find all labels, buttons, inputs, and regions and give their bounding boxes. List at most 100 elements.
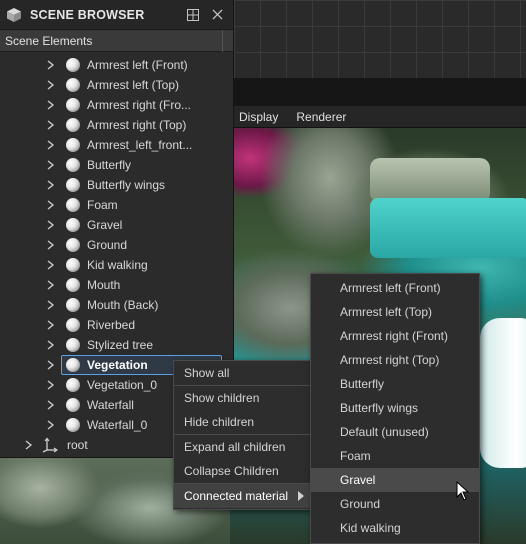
material-sphere-icon (66, 378, 80, 392)
menu-item-expand-all-children[interactable]: Expand all children (174, 435, 310, 459)
tree-row[interactable]: Armrest right (Fro... (0, 95, 232, 115)
material-sphere-icon (66, 418, 80, 432)
tree-row-label: Kid walking (87, 258, 148, 272)
chevron-right-icon[interactable] (46, 275, 56, 295)
tree-row-label: Gravel (87, 218, 123, 232)
material-sphere-icon (66, 118, 80, 132)
tree-row[interactable]: Foam (0, 195, 232, 215)
tree-row[interactable]: Armrest_left_front... (0, 135, 232, 155)
material-sphere-icon (66, 318, 80, 332)
material-sphere-icon (66, 158, 80, 172)
tree-row[interactable]: Butterfly (0, 155, 232, 175)
chevron-right-icon[interactable] (46, 135, 56, 155)
tree-row[interactable]: Butterfly wings (0, 175, 232, 195)
tree-row[interactable]: Armrest left (Front) (0, 55, 232, 75)
menu-item-connected-material-label: Connected material (184, 489, 289, 503)
submenu-item[interactable]: Armrest right (Top) (311, 348, 479, 372)
material-sphere-icon (66, 238, 80, 252)
tree-row[interactable]: Mouth (0, 275, 232, 295)
material-sphere-icon (66, 58, 80, 72)
chevron-right-icon[interactable] (46, 215, 56, 235)
tree-row[interactable]: Gravel (0, 215, 232, 235)
tree-row-label: Riverbed (87, 318, 136, 332)
menu-item-hide-children[interactable]: Hide children (174, 410, 310, 434)
submenu-item[interactable]: Armrest left (Front) (311, 276, 479, 300)
panel-titlebar: SCENE BROWSER (0, 0, 233, 30)
material-sphere-icon (66, 278, 80, 292)
tree-row-label: Armrest_left_front... (87, 138, 193, 152)
tree-row-label: Vegetation_0 (87, 378, 158, 392)
chevron-right-icon[interactable] (46, 355, 56, 375)
material-sphere-icon (66, 138, 80, 152)
tree-row-label: Armrest left (Top) (87, 78, 180, 92)
scene-foam (480, 318, 526, 468)
chevron-right-icon[interactable] (46, 235, 56, 255)
cube-icon (6, 7, 22, 23)
tree-row-label: Waterfall (87, 398, 134, 412)
column-header-label: Scene Elements (5, 33, 93, 48)
menu-item-collapse-children[interactable]: Collapse Children (174, 459, 310, 483)
chevron-right-icon[interactable] (46, 315, 56, 335)
tree-row[interactable]: Ground (0, 235, 232, 255)
tree-row[interactable]: Armrest right (Top) (0, 115, 232, 135)
viewport-menubar: Display Renderer (230, 106, 526, 128)
chevron-right-icon[interactable] (46, 55, 56, 75)
viewport-menu-display[interactable]: Display (230, 110, 287, 124)
material-sphere-icon (66, 398, 80, 412)
chevron-right-icon[interactable] (46, 255, 56, 275)
submenu-item[interactable]: Armrest right (Front) (311, 324, 479, 348)
tree-row[interactable]: Kid walking (0, 255, 232, 275)
chevron-right-icon[interactable] (46, 195, 56, 215)
connected-material-submenu: Armrest left (Front) Armrest left (Top) Ar… (310, 273, 480, 544)
chevron-right-icon[interactable] (46, 155, 56, 175)
material-sphere-icon (66, 218, 80, 232)
material-sphere-icon (66, 198, 80, 212)
chevron-right-icon[interactable] (46, 415, 56, 435)
chevron-right-icon[interactable] (46, 395, 56, 415)
submenu-item[interactable]: Butterfly (311, 372, 479, 396)
tree-row[interactable]: Mouth (Back) (0, 295, 232, 315)
submenu-item[interactable]: Butterfly wings (311, 396, 479, 420)
chevron-right-icon[interactable] (46, 335, 56, 355)
tree-row-label: Foam (87, 198, 118, 212)
chevron-right-icon[interactable] (46, 375, 56, 395)
submenu-item[interactable]: Foam (311, 444, 479, 468)
tree-row-label: Vegetation (87, 358, 148, 372)
column-header[interactable]: Scene Elements (0, 30, 233, 52)
chevron-right-icon[interactable] (46, 295, 56, 315)
submenu-item[interactable]: Armrest left (Top) (311, 300, 479, 324)
chevron-right-icon[interactable] (46, 115, 56, 135)
material-sphere-icon (66, 338, 80, 352)
submenu-arrow-icon (298, 491, 304, 501)
menu-item-connected-material[interactable]: Connected material (174, 484, 310, 508)
context-menu: Show all Show children Hide children Exp… (173, 360, 311, 510)
submenu-item[interactable]: Gravel (311, 468, 479, 492)
chevron-right-icon[interactable] (46, 75, 56, 95)
chevron-right-icon[interactable] (24, 435, 34, 455)
tree-row-label: Butterfly wings (87, 178, 166, 192)
tree-row-label: Mouth (Back) (87, 298, 159, 312)
panel-title: SCENE BROWSER (30, 7, 145, 22)
tree-row[interactable]: Armrest left (Top) (0, 75, 232, 95)
viewport-menu-renderer[interactable]: Renderer (287, 110, 355, 124)
material-sphere-icon (66, 178, 80, 192)
chevron-right-icon[interactable] (46, 175, 56, 195)
tree-row-label: root (67, 438, 88, 452)
tree-row-label: Armrest left (Front) (87, 58, 188, 72)
tree-row[interactable]: Riverbed (0, 315, 232, 335)
tree-row[interactable]: Stylized tree (0, 335, 232, 355)
menu-item-show-all[interactable]: Show all (174, 361, 310, 385)
tree-row-label: Mouth (87, 278, 121, 292)
menu-item-show-children[interactable]: Show children (174, 386, 310, 410)
submenu-item[interactable]: Default (unused) (311, 420, 479, 444)
column-resize-handle[interactable] (222, 30, 223, 52)
close-icon[interactable] (207, 5, 227, 25)
dock-toggle-icon[interactable] (183, 5, 203, 25)
tree-row-label: Ground (87, 238, 128, 252)
tree-row-label: Armrest right (Fro... (87, 98, 192, 112)
material-sphere-icon (66, 98, 80, 112)
submenu-item[interactable]: Ground (311, 492, 479, 516)
scene-water (370, 198, 526, 258)
chevron-right-icon[interactable] (46, 95, 56, 115)
submenu-item[interactable]: Kid walking (311, 516, 479, 540)
